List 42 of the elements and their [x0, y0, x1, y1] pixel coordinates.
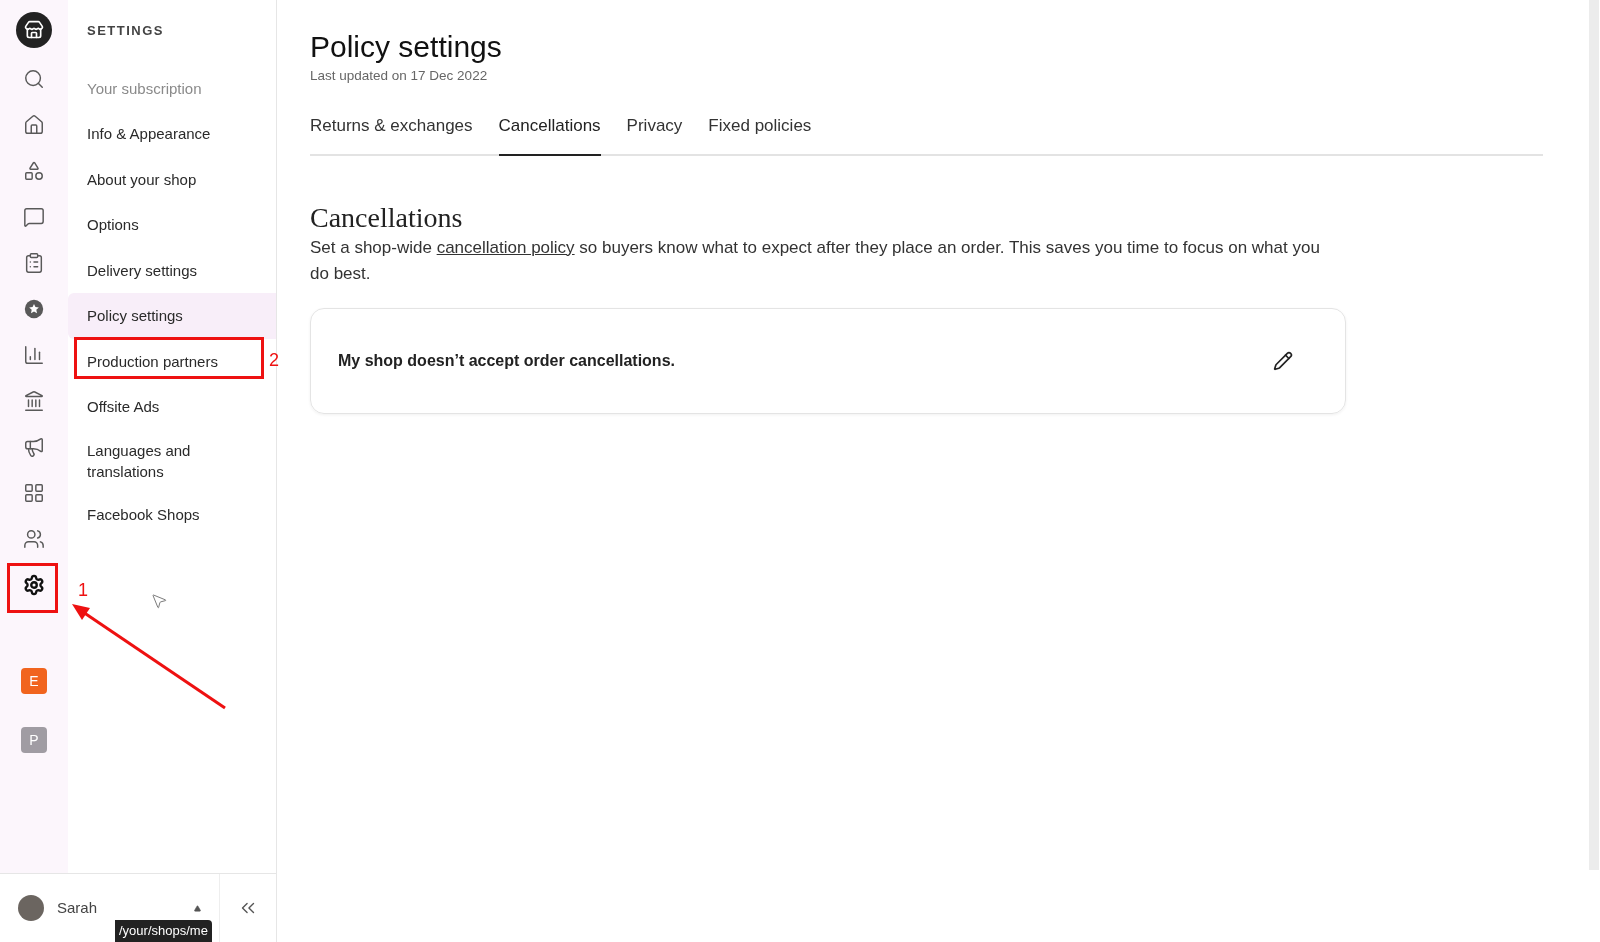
- settings-heading: SETTINGS: [86, 22, 165, 40]
- people-icon: [23, 528, 45, 550]
- settings-icon: [23, 574, 45, 596]
- tab[interactable]: Cancellations: [498, 113, 601, 156]
- annotation-overlay: [7, 563, 58, 613]
- bank-icon: [23, 390, 45, 412]
- cancellation-policy-link[interactable]: cancellation policy: [436, 237, 575, 257]
- megaphone-icon: [23, 436, 45, 458]
- search-icon: [23, 68, 45, 90]
- settings-nav-item[interactable]: Languages and translations: [68, 429, 276, 492]
- message-icon: [23, 206, 45, 228]
- cursor-icon: [150, 592, 168, 610]
- last-updated: Last updated on 17 Dec 2022: [310, 67, 489, 85]
- settings-nav-item[interactable]: Delivery settings: [68, 247, 276, 293]
- shapes-icon: [23, 160, 45, 182]
- tab[interactable]: Privacy: [626, 113, 683, 156]
- caret-icon[interactable]: [194, 904, 201, 912]
- clipboard-icon: [23, 252, 45, 274]
- user-avatar: [18, 895, 44, 921]
- grid-icon: [23, 482, 45, 504]
- status-url: /your/shops/me: [115, 920, 212, 942]
- bar-chart-icon: [23, 344, 45, 366]
- section-description: Set a shop-wide cancellation policy so buyers know what to expect after they place an order. This saves you time to focus on what you do best.: [310, 236, 1320, 285]
- settings-nav-item[interactable]: Policy settings: [68, 293, 276, 339]
- settings-nav-item[interactable]: Facebook Shops: [68, 491, 276, 537]
- settings-nav-item[interactable]: Offsite Ads: [68, 384, 276, 430]
- edit-icon: [1273, 350, 1293, 371]
- star-badge-icon: [23, 298, 45, 320]
- section-title: Cancellations: [310, 200, 464, 235]
- tab[interactable]: Fixed policies: [708, 113, 812, 156]
- tab[interactable]: Returns & exchanges: [310, 113, 473, 156]
- shop-logo[interactable]: [16, 12, 52, 48]
- store-icon: [24, 20, 44, 40]
- settings-nav-item[interactable]: About your shop: [68, 156, 276, 202]
- annotation-number: 2: [269, 349, 279, 372]
- annotation-number: 1: [78, 579, 88, 602]
- user-name[interactable]: Sarah: [57, 896, 194, 920]
- page-title: Policy settings: [310, 29, 503, 65]
- home-icon: [23, 114, 45, 136]
- settings-nav-item[interactable]: Info & Appearance: [68, 111, 276, 157]
- settings-nav-item[interactable]: Options: [68, 202, 276, 248]
- policy-text: My shop doesn’t accept order cancellations.: [338, 350, 676, 371]
